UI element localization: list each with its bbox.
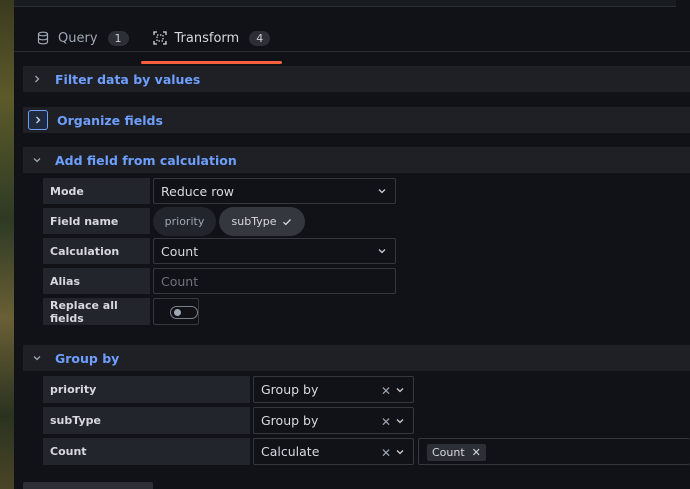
chevron-down-icon[interactable] [28, 151, 46, 169]
clear-icon[interactable]: ✕ [381, 446, 391, 460]
groupby-field-subtype: subType [43, 407, 250, 434]
transform-header-organize[interactable]: Organize fields [23, 107, 690, 133]
transform-icon [152, 31, 167, 45]
tab-transform-count-badge: 4 [249, 30, 271, 46]
calculation-chip-count: Count ✕ [427, 444, 486, 461]
tab-transform[interactable]: Transform 4 [140, 24, 283, 64]
mode-select[interactable]: Reduce row [153, 178, 396, 204]
field-pill-label: priority [164, 215, 205, 228]
add-transformation-button[interactable] [23, 482, 153, 489]
chevron-down-icon [396, 418, 404, 423]
chevron-down-icon[interactable] [28, 349, 46, 367]
clear-icon[interactable]: ✕ [381, 384, 391, 398]
tabs-divider [14, 51, 690, 52]
mode-label: Mode [43, 178, 150, 204]
groupby-select-subtype[interactable]: Group by ✕ [253, 407, 414, 434]
groupby-value: Group by [261, 413, 319, 428]
tab-query-count-badge: 1 [107, 30, 129, 46]
groupby-select-count[interactable]: Calculate ✕ [253, 438, 414, 465]
transform-header-groupby[interactable]: Group by [23, 345, 690, 371]
chevron-down-icon [396, 387, 404, 392]
check-icon [283, 218, 292, 225]
groupby-value: Group by [261, 382, 319, 397]
groupby-field-priority: priority [43, 376, 250, 403]
tab-transform-label: Transform [174, 30, 240, 46]
transform-title: Add field from calculation [55, 152, 237, 168]
transform-title: Group by [55, 350, 120, 366]
transform-title: Filter data by values [55, 71, 201, 87]
calculation-label: Calculation [43, 238, 150, 264]
transform-header-calculation[interactable]: Add field from calculation [23, 147, 690, 173]
chevron-down-icon [396, 449, 404, 454]
remove-chip-icon[interactable]: ✕ [472, 446, 481, 459]
clear-icon[interactable]: ✕ [381, 415, 391, 429]
toggle-knob [174, 309, 181, 316]
panel-top-bar [14, 0, 676, 7]
chevron-down-icon [378, 249, 386, 254]
alias-placeholder: Count [161, 273, 199, 289]
replace-all-fields-toggle[interactable] [170, 306, 198, 319]
chevron-right-icon[interactable] [28, 70, 46, 88]
field-pill-subtype[interactable]: subType [219, 207, 305, 236]
transform-header-filter[interactable]: Filter data by values [23, 66, 690, 92]
field-pill-priority[interactable]: priority [153, 207, 216, 236]
groupby-select-priority[interactable]: Group by ✕ [253, 376, 414, 403]
field-name-label: Field name [43, 208, 150, 234]
editor-tabs: Query 1 Transform 4 [24, 24, 283, 64]
chip-label: Count [432, 446, 465, 459]
chevron-right-icon[interactable] [28, 110, 48, 130]
alias-input[interactable]: Count [153, 268, 396, 294]
mode-value: Reduce row [161, 183, 234, 199]
chevron-down-icon [378, 189, 386, 194]
field-pill-label: subType [231, 215, 277, 228]
groupby-value: Calculate [261, 444, 320, 459]
tab-query[interactable]: Query 1 [24, 24, 141, 52]
tab-query-label: Query [58, 30, 98, 46]
groupby-field-count: Count [43, 438, 250, 465]
calculation-value: Count [161, 243, 199, 259]
replace-all-fields-label: Replace all fields [43, 298, 150, 325]
database-icon [37, 31, 49, 45]
replace-all-fields-container [153, 298, 199, 325]
calculation-select[interactable]: Count [153, 238, 396, 264]
transform-title: Organize fields [57, 112, 163, 128]
background-image-strip [0, 0, 14, 489]
alias-label: Alias [43, 268, 150, 294]
